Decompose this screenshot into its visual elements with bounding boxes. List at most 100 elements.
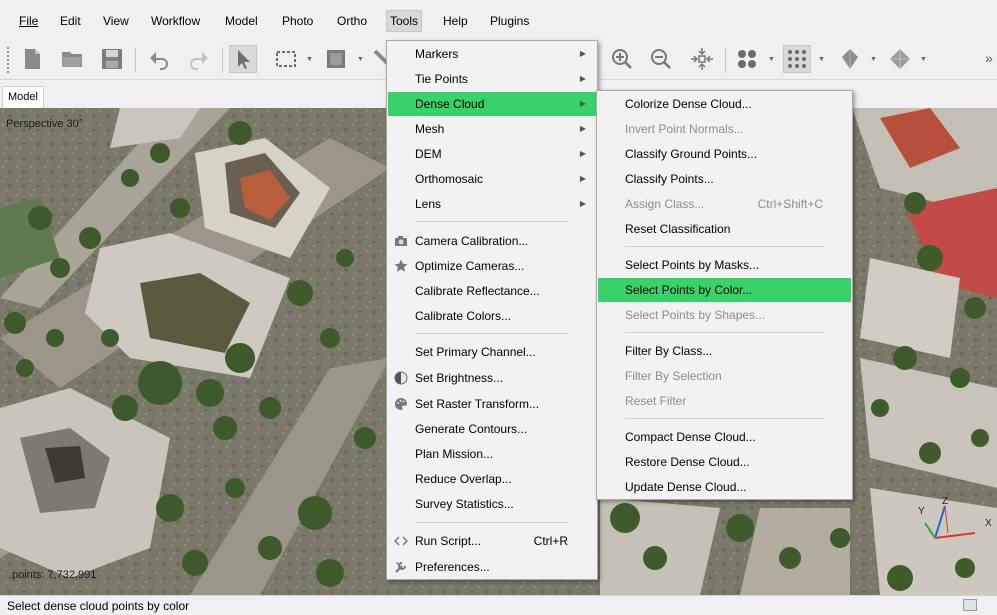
- menu-item-compact-dense-cloud[interactable]: Compact Dense Cloud...: [598, 425, 851, 449]
- menu-item-survey-statistics[interactable]: Survey Statistics...: [388, 492, 596, 516]
- chevron-right-icon: ▶: [579, 49, 586, 58]
- tab-model[interactable]: Model: [2, 86, 44, 108]
- chevron-down-icon[interactable]: ▼: [870, 56, 878, 64]
- chevron-down-icon[interactable]: ▼: [357, 56, 365, 64]
- menu-item-mesh[interactable]: Mesh ▶: [388, 117, 596, 141]
- menu-item-calibrate-colors[interactable]: Calibrate Colors...: [388, 304, 596, 328]
- menu-item-filter-by-selection[interactable]: Filter By Selection: [598, 364, 851, 388]
- axis-z-label: Z: [942, 496, 949, 507]
- menu-item-classify-ground-points[interactable]: Classify Ground Points...: [598, 142, 851, 166]
- menu-plugins[interactable]: Plugins: [487, 12, 532, 30]
- menu-bar: File Edit View Workflow Model Photo Orth…: [0, 0, 997, 40]
- navigation-cursor-icon[interactable]: [229, 45, 257, 73]
- axis-y-label: Y: [918, 506, 925, 517]
- new-document-icon[interactable]: [18, 45, 46, 73]
- dense-cloud-submenu: Colorize Dense Cloud... Invert Point Nor…: [596, 90, 853, 500]
- menu-item-camera-calibration[interactable]: Camera Calibration...: [388, 229, 596, 253]
- chevron-right-icon: ▶: [579, 149, 586, 158]
- palette-icon: [395, 398, 407, 410]
- menu-item-assign-class[interactable]: Assign Class... Ctrl+Shift+C: [598, 192, 851, 216]
- menu-item-invert-point-normals[interactable]: Invert Point Normals...: [598, 117, 851, 141]
- undo-icon[interactable]: [145, 45, 173, 73]
- menu-help[interactable]: Help: [440, 12, 471, 30]
- menu-separator: [415, 221, 569, 222]
- toolbar-separator: [725, 47, 726, 73]
- chevron-right-icon: ▶: [579, 124, 586, 133]
- status-text: Select dense cloud points by color: [7, 599, 190, 613]
- menu-item-plan-mission[interactable]: Plan Mission...: [388, 442, 596, 466]
- menu-item-classify-points[interactable]: Classify Points...: [598, 167, 851, 191]
- zoom-out-icon[interactable]: [647, 45, 675, 73]
- resize-region-icon[interactable]: [322, 45, 350, 73]
- zoom-in-icon[interactable]: [608, 45, 636, 73]
- menu-edit[interactable]: Edit: [57, 12, 84, 30]
- menu-photo[interactable]: Photo: [279, 12, 316, 30]
- save-icon[interactable]: [98, 45, 126, 73]
- points-count-label: points: 7,732,991: [12, 569, 97, 581]
- toolbar-separator: [222, 47, 223, 73]
- menu-item-reduce-overlap[interactable]: Reduce Overlap...: [388, 467, 596, 491]
- toolbar-overflow-icon[interactable]: »: [985, 50, 993, 66]
- menu-item-reset-filter[interactable]: Reset Filter: [598, 389, 851, 413]
- mesh-icon[interactable]: [886, 45, 914, 73]
- star-icon: [394, 259, 408, 272]
- chevron-down-icon[interactable]: ▼: [768, 56, 776, 64]
- resize-grip-icon[interactable]: [963, 599, 977, 611]
- menu-separator: [625, 418, 824, 419]
- show-cameras-icon[interactable]: [733, 45, 761, 73]
- camera-icon: [395, 236, 407, 246]
- menu-file[interactable]: File: [16, 12, 41, 30]
- menu-item-lens[interactable]: Lens ▶: [388, 192, 596, 216]
- menu-item-calibrate-reflectance[interactable]: Calibrate Reflectance...: [388, 279, 596, 303]
- menu-item-tie-points[interactable]: Tie Points ▶: [388, 67, 596, 91]
- menu-ortho[interactable]: Ortho: [334, 12, 370, 30]
- menu-item-preferences[interactable]: Preferences...: [388, 555, 596, 579]
- chevron-down-icon[interactable]: ▼: [920, 56, 928, 64]
- toolbar-grip: [7, 47, 9, 73]
- menu-item-restore-dense-cloud[interactable]: Restore Dense Cloud...: [598, 450, 851, 474]
- menu-model[interactable]: Model: [222, 12, 261, 30]
- menu-item-set-raster-transform[interactable]: Set Raster Transform...: [388, 392, 596, 416]
- brightness-icon: [394, 371, 408, 385]
- menu-item-filter-by-class[interactable]: Filter By Class...: [598, 339, 851, 363]
- rectangle-selection-icon[interactable]: [272, 45, 300, 73]
- menu-item-update-dense-cloud[interactable]: Update Dense Cloud...: [598, 475, 851, 499]
- menu-item-generate-contours[interactable]: Generate Contours...: [388, 417, 596, 441]
- chevron-right-icon: ▶: [579, 199, 586, 208]
- menu-item-select-points-by-masks[interactable]: Select Points by Masks...: [598, 253, 851, 277]
- toolbar-separator: [135, 47, 136, 73]
- code-icon: [394, 536, 408, 546]
- menu-separator: [625, 332, 824, 333]
- open-folder-icon[interactable]: [58, 45, 86, 73]
- menu-item-colorize-dense-cloud[interactable]: Colorize Dense Cloud...: [598, 92, 851, 116]
- redo-icon[interactable]: [185, 45, 213, 73]
- dense-cloud-icon[interactable]: [836, 45, 864, 73]
- menu-item-markers[interactable]: Markers ▶: [388, 42, 596, 66]
- menu-item-set-primary-channel[interactable]: Set Primary Channel...: [388, 340, 596, 364]
- chevron-right-icon: ▶: [579, 74, 586, 83]
- menu-item-run-script[interactable]: Run Script... Ctrl+R: [388, 529, 596, 553]
- menu-item-set-brightness[interactable]: Set Brightness...: [388, 366, 596, 390]
- menu-workflow[interactable]: Workflow: [148, 12, 203, 30]
- menu-view[interactable]: View: [100, 12, 132, 30]
- menu-separator: [625, 246, 824, 247]
- chevron-down-icon[interactable]: ▼: [306, 56, 314, 64]
- menu-item-dense-cloud[interactable]: Dense Cloud ▶: [388, 92, 596, 116]
- menu-item-reset-classification[interactable]: Reset Classification: [598, 217, 851, 241]
- move-center-icon[interactable]: [688, 45, 716, 73]
- chevron-right-icon: ▶: [579, 174, 586, 183]
- perspective-label: Perspective 30°: [6, 118, 84, 130]
- axis-x-label: X: [985, 518, 992, 529]
- wrench-icon: [395, 562, 406, 573]
- menu-item-select-points-by-shapes[interactable]: Select Points by Shapes...: [598, 303, 851, 327]
- chevron-right-icon: ▶: [579, 99, 586, 108]
- menu-tools[interactable]: Tools: [386, 10, 423, 32]
- menu-item-select-points-by-color[interactable]: Select Points by Color...: [598, 278, 851, 302]
- tools-menu: Markers ▶ Tie Points ▶ Dense Cloud ▶ Mesh ▶ …: [386, 40, 598, 580]
- menu-item-optimize-cameras[interactable]: Optimize Cameras...: [388, 254, 596, 278]
- menu-item-orthomosaic[interactable]: Orthomosaic ▶: [388, 167, 596, 191]
- point-cloud-icon[interactable]: [783, 45, 811, 73]
- menu-item-dem[interactable]: DEM ▶: [388, 142, 596, 166]
- menu-separator: [415, 522, 569, 523]
- chevron-down-icon[interactable]: ▼: [818, 56, 826, 64]
